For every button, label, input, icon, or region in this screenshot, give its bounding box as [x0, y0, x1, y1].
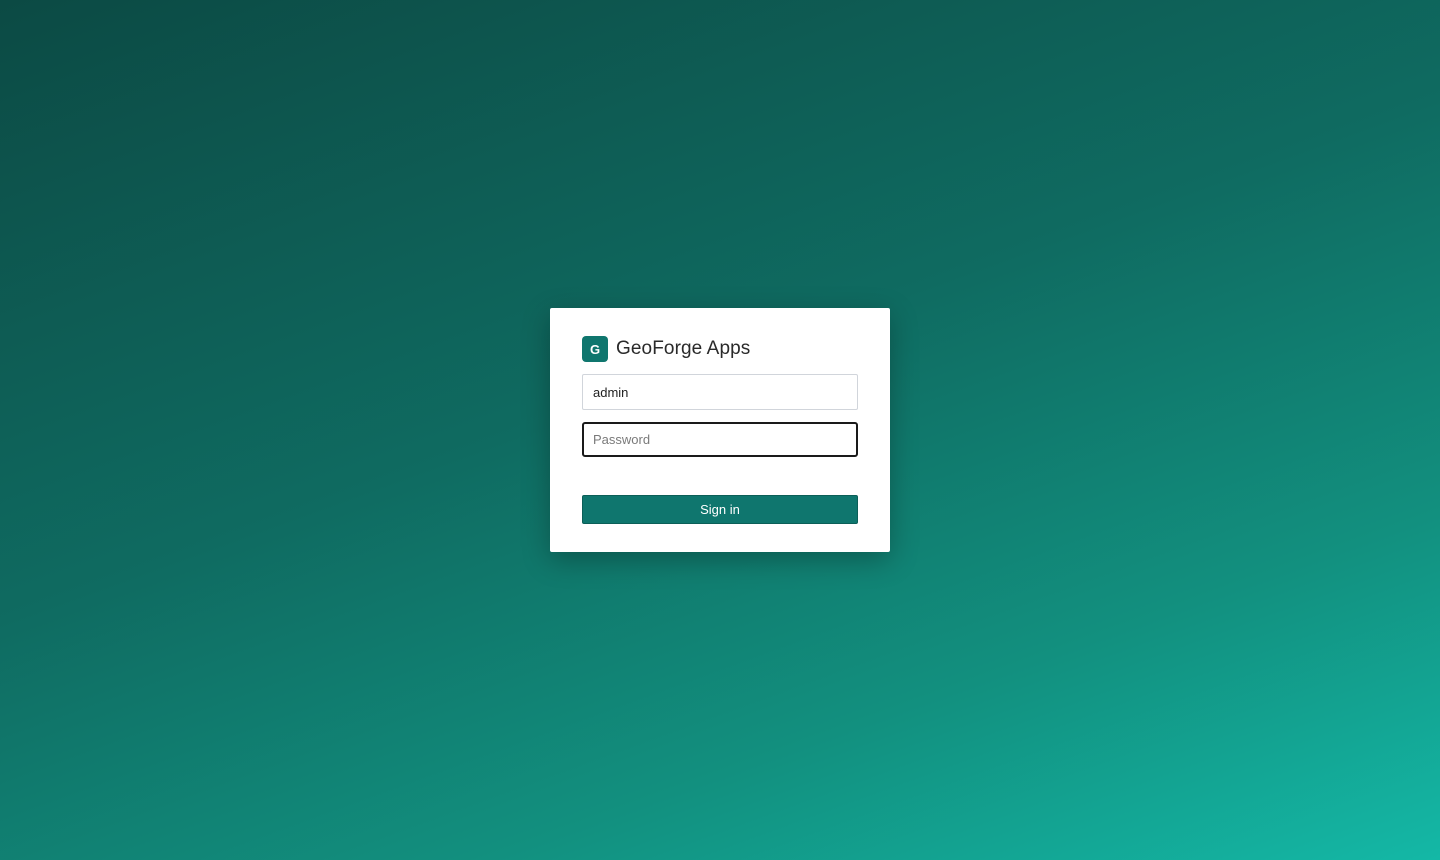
signin-button[interactable]: Sign in — [582, 495, 858, 524]
login-card: G GeoForge Apps Sign in — [550, 308, 890, 552]
username-field[interactable] — [582, 374, 858, 410]
app-name: GeoForge Apps — [616, 338, 751, 359]
app-logo-icon: G — [582, 336, 608, 362]
password-field[interactable] — [582, 422, 858, 457]
brand-header: G GeoForge Apps — [582, 336, 858, 362]
